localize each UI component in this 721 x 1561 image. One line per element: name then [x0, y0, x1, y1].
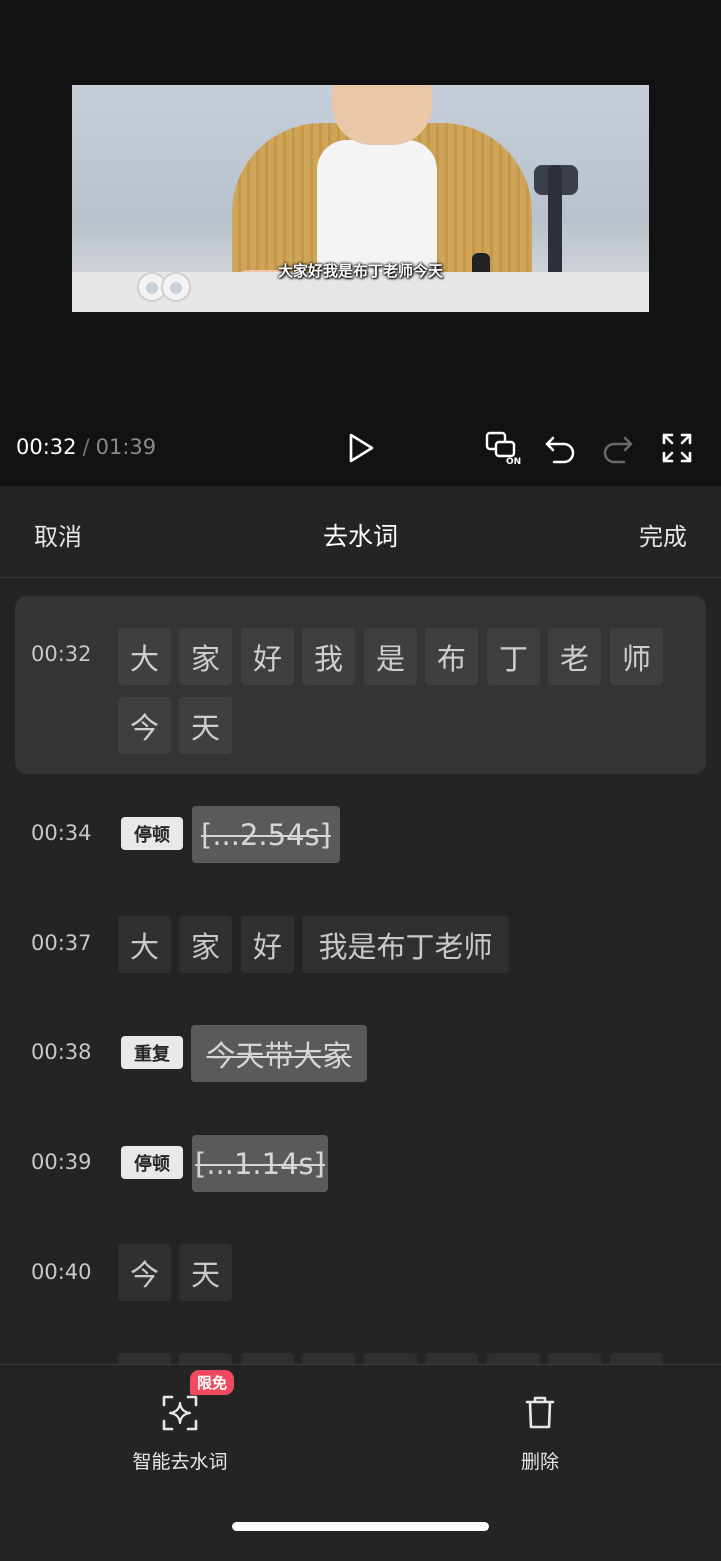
word-chip[interactable]: 天 [179, 697, 232, 754]
current-time: 00:32 [16, 435, 77, 459]
fullscreen-icon [662, 433, 692, 463]
word-chip[interactable]: 大 [118, 916, 171, 973]
video-preview-area: 大家好我是布丁老师今天 00:32/01:39 ON [0, 0, 721, 486]
undo-icon [545, 436, 575, 464]
word-chip[interactable]: 我 [302, 628, 355, 685]
video-frame[interactable]: 大家好我是布丁老师今天 [72, 85, 649, 312]
sparkle-frame-icon [162, 1395, 198, 1431]
playback-time: 00:32/01:39 [16, 435, 156, 459]
delete-button[interactable]: 删除 [480, 1393, 600, 1474]
word-chip[interactable]: 天 [179, 1244, 232, 1301]
word-chip[interactable]: 师 [610, 628, 663, 685]
delete-label: 删除 [520, 1451, 559, 1473]
smart-remove-filler-button[interactable]: 智能去水词 [120, 1393, 240, 1474]
smart-remove-label: 智能去水词 [132, 1451, 228, 1473]
word-chip[interactable]: 家 [179, 628, 232, 685]
removed-repeat-chip[interactable]: 今天带大家 [191, 1025, 367, 1082]
glasses [334, 85, 430, 100]
player-controls: 00:32/01:39 ON [0, 418, 721, 476]
word-chip[interactable]: 今 [118, 1244, 171, 1301]
word-chip[interactable]: 好 [241, 628, 294, 685]
redo-button[interactable] [598, 428, 638, 468]
trash-icon [525, 1396, 555, 1429]
caption-toggle-button[interactable]: ON [484, 428, 524, 468]
caption-on-icon: ON [485, 431, 521, 466]
repeat-tag: 重复 [121, 1036, 183, 1069]
word-chip[interactable]: 丁 [487, 628, 540, 685]
word-chip[interactable]: 家 [179, 916, 232, 973]
home-indicator[interactable] [232, 1522, 489, 1531]
row-time: 00:40 [31, 1260, 92, 1284]
row-time: 00:38 [31, 1040, 92, 1064]
free-limited-badge: 限免 [190, 1370, 235, 1395]
word-chip[interactable]: 大 [118, 628, 171, 685]
fullscreen-button[interactable] [657, 428, 697, 468]
removed-pause-chip[interactable]: [...2.54s] [192, 806, 340, 863]
redo-icon [603, 436, 633, 464]
panel-title: 去水词 [322, 522, 398, 551]
row-time: 00:34 [31, 821, 92, 845]
undo-button[interactable] [540, 428, 580, 468]
svg-text:ON: ON [506, 457, 521, 466]
pause-tag: 停顿 [121, 1146, 183, 1179]
bottom-toolbar: 智能去水词 限免 删除 [0, 1364, 721, 1561]
row-time: 00:37 [31, 931, 92, 955]
time-separator: / [82, 435, 90, 459]
word-chip[interactable]: 好 [241, 916, 294, 973]
row-time: 00:39 [31, 1150, 92, 1174]
play-icon [349, 433, 374, 463]
panel-header: 取消 去水词 完成 [0, 486, 721, 578]
row-time: 00:32 [31, 642, 92, 666]
play-button[interactable] [341, 428, 381, 468]
video-subtitle: 大家好我是布丁老师今天 [277, 262, 443, 280]
word-chip[interactable]: 布 [425, 628, 478, 685]
filler-word-panel: 取消 去水词 完成 00:32 大 家 好 我 是 布 丁 老 师 今 天 00… [0, 486, 721, 1561]
word-chip[interactable]: 是 [364, 628, 417, 685]
word-chip[interactable]: 老 [548, 628, 601, 685]
word-chip[interactable]: 我是布丁老师 [302, 916, 509, 973]
removed-pause-chip[interactable]: [...1.14s] [192, 1135, 328, 1192]
pause-tag: 停顿 [121, 817, 183, 850]
word-chip[interactable]: 今 [118, 697, 171, 754]
done-button[interactable]: 完成 [639, 517, 687, 552]
total-time: 01:39 [95, 435, 157, 459]
